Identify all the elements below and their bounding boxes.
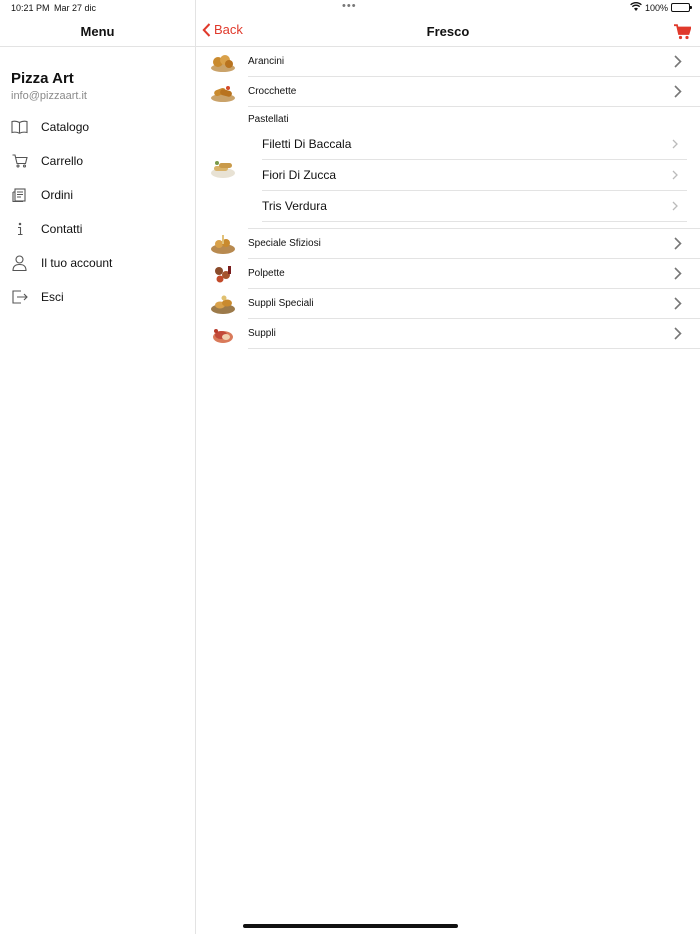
cart-icon — [11, 153, 28, 170]
list-item-polpette[interactable]: Polpette — [196, 259, 700, 289]
list-item-label: Suppli Speciali — [248, 298, 314, 309]
page-title: Fresco — [426, 24, 470, 39]
list-item-label: Tris Verdura — [262, 199, 327, 213]
list-item-suppli-speciali[interactable]: Suppli Speciali — [196, 289, 700, 319]
list-item-label: Polpette — [248, 268, 285, 279]
person-icon — [11, 255, 28, 272]
sidebar: Menu Pizza Art info@pizzaart.it Catalogo… — [0, 0, 196, 934]
separator — [248, 348, 700, 349]
main-pane: Back Fresco Arancini Crocchette Pastella… — [196, 0, 700, 934]
chevron-right-icon — [674, 297, 682, 310]
menu-item-label: Contatti — [41, 222, 83, 236]
menu-item-label: Esci — [41, 290, 64, 304]
info-icon — [11, 221, 28, 238]
menu-item-carrello[interactable]: Carrello — [0, 144, 195, 178]
menu-item-ordini[interactable]: Ordini — [0, 178, 195, 212]
chevron-right-icon — [674, 237, 682, 250]
list-item-label: Fiori Di Zucca — [262, 168, 337, 182]
food-thumbnail — [211, 55, 235, 72]
list-item-label: Arancini — [248, 56, 285, 67]
food-thumbnail — [215, 266, 231, 283]
menu-item-label: Catalogo — [41, 120, 90, 134]
list-item-fiori-di-zucca[interactable]: Fiori Di Zucca — [262, 160, 687, 191]
status-date: Mar 27 dic — [54, 3, 97, 13]
list-item-speciale-sfiziosi[interactable]: Speciale Sfiziosi — [196, 229, 700, 259]
sidebar-header: Menu — [0, 17, 195, 47]
food-thumbnail — [211, 235, 235, 254]
list-item-label: Suppli — [248, 328, 276, 339]
list-group-pastellati: Pastellati Filetti Di Baccala Fiori Di Z… — [196, 107, 700, 229]
list-item-arancini[interactable]: Arancini — [196, 47, 700, 77]
category-list: Arancini Crocchette Pastellati Filetti D… — [196, 47, 700, 349]
list-item-suppli[interactable]: Suppli — [196, 319, 700, 349]
chevron-right-icon — [672, 139, 678, 149]
food-thumbnail — [211, 295, 235, 314]
list-item-label: Speciale Sfiziosi — [248, 238, 321, 249]
profile-name: Pizza Art — [11, 70, 74, 87]
menu-item-catalogo[interactable]: Catalogo — [0, 110, 195, 144]
logout-icon — [11, 289, 28, 306]
profile-email: info@pizzaart.it — [11, 90, 87, 102]
chevron-right-icon — [674, 55, 682, 68]
menu-item-contatti[interactable]: Contatti — [0, 212, 195, 246]
list-item-tris-verdura[interactable]: Tris Verdura — [262, 191, 687, 222]
food-thumbnail — [213, 329, 233, 343]
food-thumbnail — [211, 161, 235, 178]
cart-icon — [674, 24, 692, 40]
nav-bar: Back Fresco — [196, 17, 700, 47]
list-item-crocchette[interactable]: Crocchette — [196, 77, 700, 107]
separator — [262, 221, 687, 222]
book-icon — [11, 119, 28, 136]
group-title: Pastellati — [248, 114, 289, 125]
status-time: 10:21 PM — [11, 3, 50, 13]
food-thumbnail — [211, 86, 235, 102]
list-item-filetti-di-baccala[interactable]: Filetti Di Baccala — [262, 129, 687, 160]
menu-list: Catalogo Carrello Ordini Contatti Il tuo… — [0, 110, 195, 314]
list-item-label: Filetti Di Baccala — [262, 137, 352, 151]
chevron-right-icon — [674, 85, 682, 98]
menu-item-label: Ordini — [41, 188, 74, 202]
receipt-icon — [11, 187, 28, 204]
chevron-right-icon — [674, 327, 682, 340]
list-item-label: Crocchette — [248, 86, 297, 97]
cart-button[interactable] — [674, 24, 692, 45]
chevron-right-icon — [672, 170, 678, 180]
menu-item-label: Il tuo account — [41, 256, 113, 270]
sidebar-title: Menu — [80, 24, 115, 39]
home-indicator[interactable] — [243, 924, 458, 928]
chevron-right-icon — [674, 267, 682, 280]
menu-item-esci[interactable]: Esci — [0, 280, 195, 314]
menu-item-label: Carrello — [41, 154, 84, 168]
chevron-right-icon — [672, 201, 678, 211]
menu-item-account[interactable]: Il tuo account — [0, 246, 195, 280]
